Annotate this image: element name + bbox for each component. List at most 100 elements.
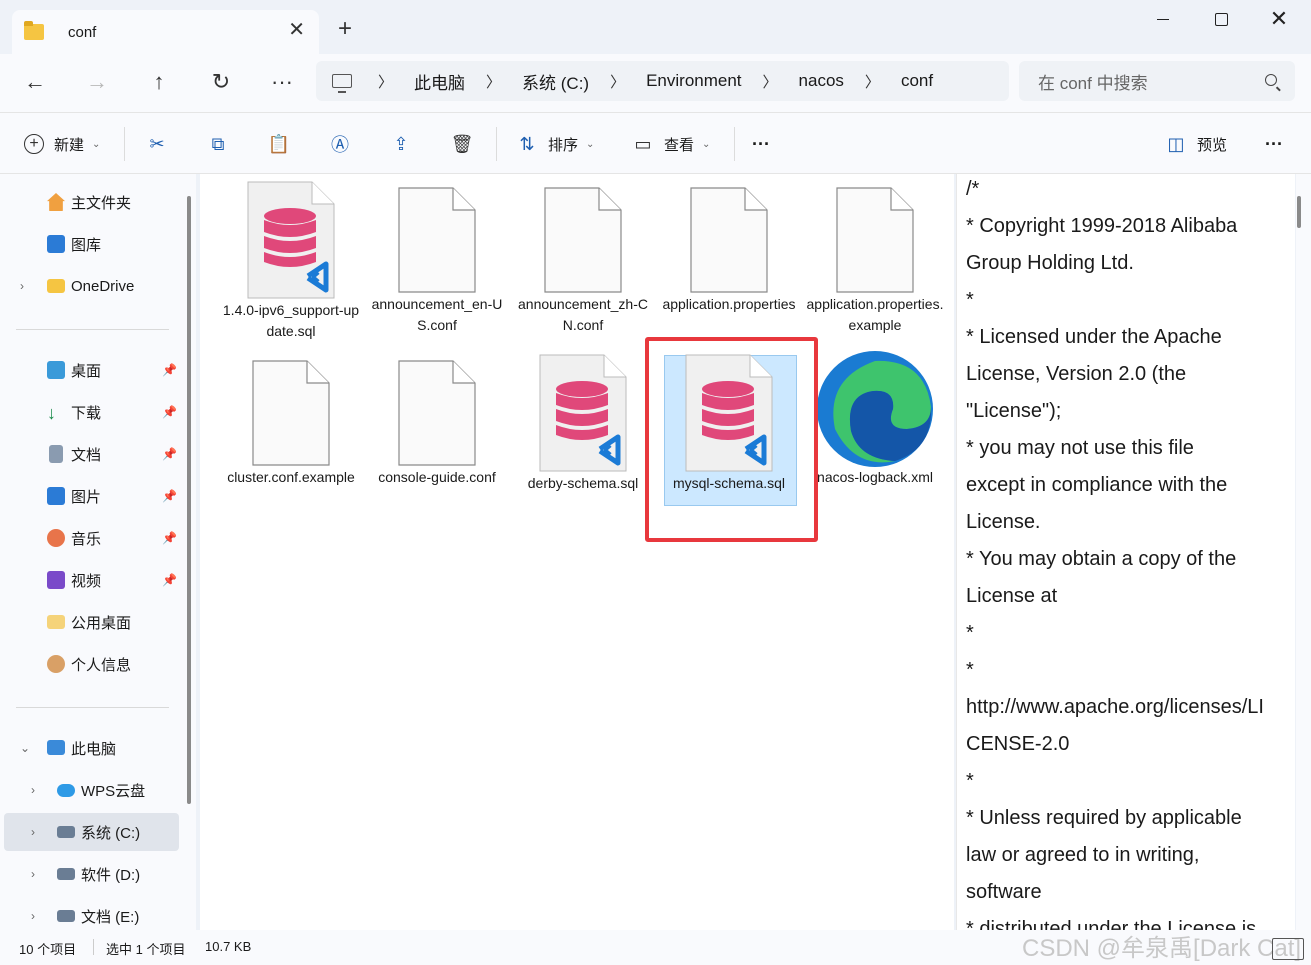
view-toggle-icon[interactable] bbox=[1272, 938, 1304, 960]
pin-icon[interactable]: 📌 bbox=[162, 447, 177, 461]
chevron-down-icon: ⌄ bbox=[92, 138, 101, 150]
more-options-button[interactable]: ··· bbox=[752, 131, 770, 157]
chevron-right-icon[interactable]: › bbox=[20, 279, 24, 293]
search-input[interactable]: 在 conf 中搜索 bbox=[1019, 61, 1295, 101]
chevron-right-icon[interactable]: 〉 bbox=[865, 71, 880, 92]
breadcrumb-nacos[interactable]: nacos bbox=[799, 71, 844, 91]
sidebar-item-this-pc[interactable]: ⌄ 此电脑 bbox=[0, 729, 180, 767]
preview-line: * bbox=[966, 289, 974, 311]
sidebar-item-onedrive[interactable]: › OneDrive bbox=[0, 267, 180, 305]
chevron-right-icon[interactable]: › bbox=[31, 909, 35, 923]
sidebar-item-music[interactable]: 音乐 📌 bbox=[0, 519, 180, 557]
delete-button[interactable]: 🗑 bbox=[451, 131, 474, 157]
copy-icon: ⧉ bbox=[211, 133, 225, 154]
copy-button[interactable]: ⧉ bbox=[207, 131, 229, 157]
paste-button[interactable]: 📋 bbox=[268, 131, 290, 157]
file-item[interactable]: nacos-logback.xml bbox=[805, 351, 945, 488]
download-icon: ↓ bbox=[47, 403, 56, 423]
sidebar-item-wps-cloud[interactable]: › WPS云盘 bbox=[0, 771, 180, 809]
pin-icon[interactable]: 📌 bbox=[162, 405, 177, 419]
chevron-right-icon[interactable]: › bbox=[31, 825, 35, 839]
breadcrumb-conf[interactable]: conf bbox=[901, 71, 933, 91]
chevron-right-icon[interactable]: › bbox=[31, 783, 35, 797]
sidebar-item-d-drive[interactable]: › 软件 (D:) bbox=[0, 855, 180, 893]
chevron-down-icon[interactable]: ⌄ bbox=[20, 741, 30, 755]
sidebar-item-home[interactable]: 主文件夹 bbox=[0, 183, 180, 221]
maximize-button[interactable] bbox=[1210, 8, 1232, 30]
close-tab-icon[interactable]: ✕ bbox=[288, 20, 305, 40]
view-button[interactable]: ▭ 查看 ⌄ bbox=[632, 131, 710, 157]
preview-line: http://www.apache.org/licenses/LI bbox=[966, 696, 1264, 718]
computer-icon bbox=[332, 74, 352, 93]
file-item[interactable]: 1.4.0-ipv6_support-update.sql bbox=[221, 181, 361, 342]
file-item[interactable]: cluster.conf.example bbox=[221, 359, 361, 488]
chevron-right-icon[interactable]: 〉 bbox=[486, 71, 501, 92]
sidebar-item-downloads[interactable]: ↓ 下载 📌 bbox=[0, 393, 180, 431]
sidebar-item-gallery[interactable]: 图库 bbox=[0, 225, 180, 263]
sidebar-item-label: 桌面 bbox=[71, 362, 102, 380]
file-item[interactable]: announcement_en-US.conf bbox=[367, 186, 507, 336]
preview-scrollbar[interactable] bbox=[1296, 174, 1311, 930]
chevron-right-icon[interactable]: › bbox=[31, 867, 35, 881]
sidebar-item-label: 公用桌面 bbox=[71, 614, 132, 632]
sidebar-item-label: OneDrive bbox=[71, 277, 135, 295]
refresh-icon[interactable]: ↻ bbox=[207, 68, 235, 96]
cut-button[interactable]: ✂ bbox=[146, 131, 168, 157]
sidebar-item-public-desktop[interactable]: 公用桌面 bbox=[0, 603, 180, 641]
new-button[interactable]: + 新建 ⌄ bbox=[24, 131, 100, 157]
preview-line: * Copyright 1999-2018 Alibaba bbox=[966, 215, 1238, 237]
preview-line: * You may obtain a copy of the bbox=[966, 548, 1237, 570]
file-item[interactable]: announcement_zh-CN.conf bbox=[513, 186, 653, 336]
share-button[interactable]: ⇪ bbox=[390, 131, 412, 157]
file-name: console-guide.conf bbox=[378, 469, 496, 485]
sidebar-item-videos[interactable]: 视频 📌 bbox=[0, 561, 180, 599]
breadcrumb-this-pc[interactable]: 此电脑 bbox=[414, 69, 465, 94]
sidebar-item-desktop[interactable]: 桌面 📌 bbox=[0, 351, 180, 389]
close-window-button[interactable]: ✕ bbox=[1268, 8, 1290, 30]
document-icon bbox=[689, 186, 769, 294]
document-icon bbox=[543, 186, 623, 294]
watermark: CSDN @牟泉禹[Dark Cat] bbox=[1022, 935, 1302, 962]
tab-conf[interactable]: conf ✕ bbox=[12, 10, 319, 54]
sidebar-item-label: 系统 (C:) bbox=[81, 824, 141, 842]
more-nav-icon[interactable]: ··· bbox=[268, 68, 296, 96]
file-item[interactable]: application.properties.example bbox=[805, 186, 945, 336]
see-more-button[interactable]: ··· bbox=[1265, 131, 1283, 157]
chevron-right-icon[interactable]: 〉 bbox=[378, 71, 393, 92]
chevron-right-icon[interactable]: 〉 bbox=[610, 71, 625, 92]
forward-arrow-icon[interactable]: → bbox=[83, 68, 111, 96]
share-icon: ⇪ bbox=[393, 133, 409, 154]
sidebar-item-label: 音乐 bbox=[71, 530, 102, 548]
sidebar-item-pictures[interactable]: 图片 📌 bbox=[0, 477, 180, 515]
sort-button[interactable]: ⇅ 排序 ⌄ bbox=[516, 131, 594, 157]
file-name: 1.4.0-ipv6_support-update.sql bbox=[222, 302, 360, 339]
sidebar-item-label: 个人信息 bbox=[71, 656, 132, 674]
breadcrumb-c-drive[interactable]: 系统 (C:) bbox=[522, 69, 589, 94]
sidebar-scrollbar[interactable] bbox=[187, 196, 191, 804]
sidebar-item-c-drive[interactable]: › 系统 (C:) bbox=[4, 813, 179, 851]
search-icon bbox=[1265, 74, 1277, 86]
pin-icon[interactable]: 📌 bbox=[162, 363, 177, 377]
file-item[interactable]: application.properties bbox=[659, 186, 799, 346]
sql-file-icon bbox=[538, 353, 628, 473]
preview-pane-button[interactable]: ◫ 预览 bbox=[1165, 131, 1227, 157]
sidebar-item-personal-info[interactable]: 个人信息 bbox=[0, 645, 180, 683]
folder-icon bbox=[47, 279, 65, 293]
breadcrumb-environment[interactable]: Environment bbox=[646, 71, 741, 91]
pin-icon[interactable]: 📌 bbox=[162, 489, 177, 503]
file-item[interactable]: console-guide.conf bbox=[367, 359, 507, 488]
chevron-down-icon: ⌄ bbox=[702, 138, 711, 150]
pin-icon[interactable]: 📌 bbox=[162, 573, 177, 587]
new-tab-button[interactable]: + bbox=[338, 17, 352, 41]
chevron-right-icon[interactable]: 〉 bbox=[763, 71, 778, 92]
file-item[interactable]: derby-schema.sql bbox=[513, 354, 653, 494]
rename-button[interactable]: Ⓐ bbox=[329, 131, 351, 157]
minimize-button[interactable] bbox=[1152, 8, 1174, 30]
address-bar[interactable]: 〉 此电脑 〉 系统 (C:) 〉 Environment 〉 nacos 〉 … bbox=[316, 61, 1009, 101]
sidebar-item-documents[interactable]: 文档 📌 bbox=[0, 435, 180, 473]
preview-line: * bbox=[966, 770, 974, 792]
back-arrow-icon[interactable]: ← bbox=[21, 68, 49, 96]
up-arrow-icon[interactable]: ↑ bbox=[145, 68, 173, 96]
video-icon bbox=[47, 571, 65, 589]
pin-icon[interactable]: 📌 bbox=[162, 531, 177, 545]
